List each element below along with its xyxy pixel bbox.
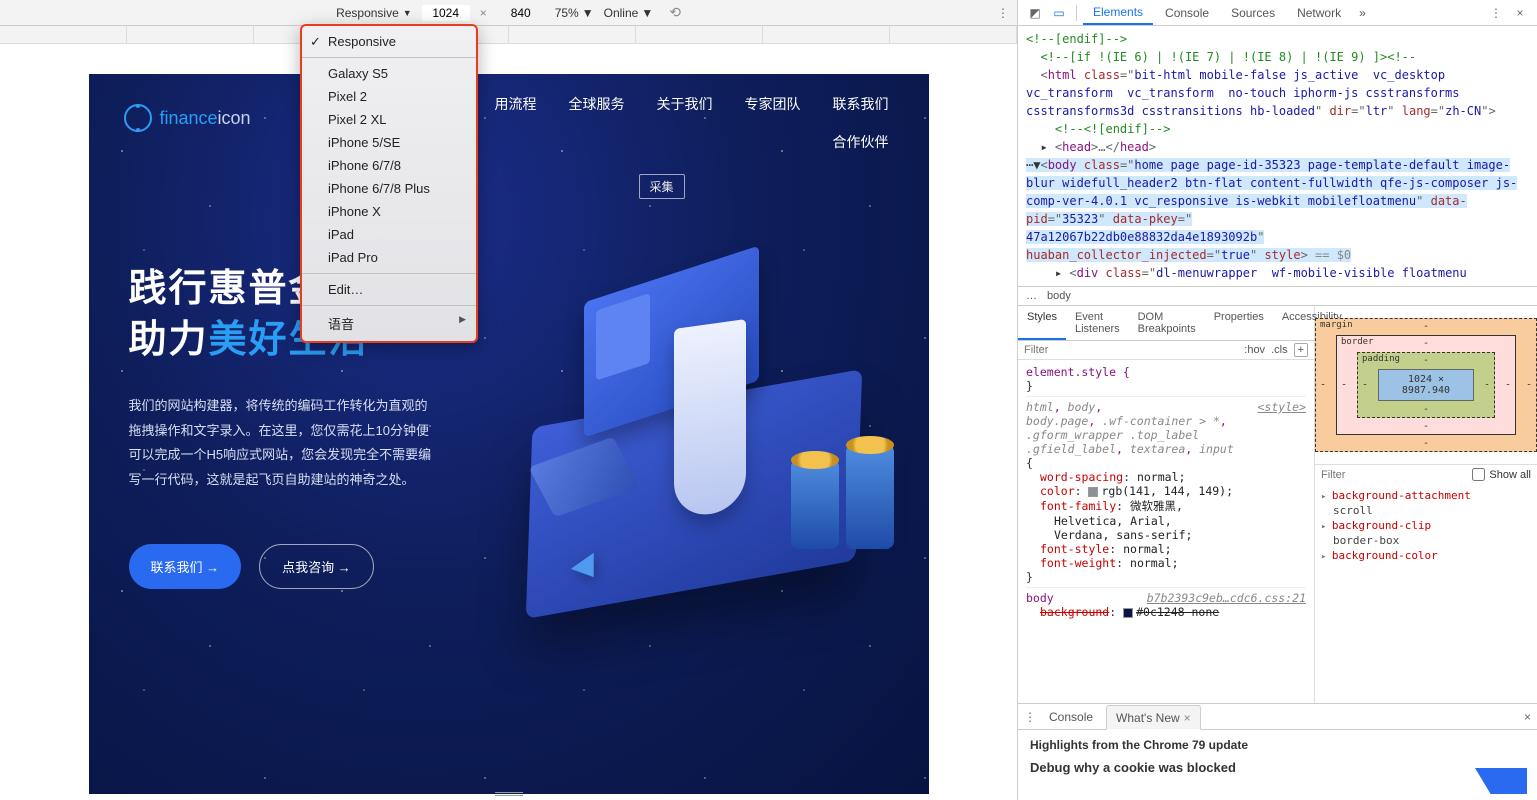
drawer-body: Highlights from the Chrome 79 update Deb… [1018,730,1537,800]
device-toolbar: Responsive ▼ × 75% ▼ Online ▼ ⟲ ⋮ [0,0,1017,26]
hov-toggle[interactable]: :hov [1244,344,1265,356]
devtools-pane: ◩ ▭ Elements Console Sources Network » ⋮… [1017,0,1537,800]
device-option[interactable]: iPhone 6/7/8 [302,154,476,177]
logo-text-1: finance [160,108,218,128]
cta-row: 联系我们 → 点我咨询 → [129,544,374,589]
new-rule-button[interactable]: + [1294,343,1308,357]
show-all-label: Show all [1489,469,1531,481]
cls-toggle[interactable]: .cls [1271,344,1288,356]
nav-link[interactable]: 全球服务 [569,94,625,114]
dimension-separator: × [480,6,487,20]
drawer-tabbar: ⋮ Console What's New× × [1018,704,1537,730]
hero-illustration [484,249,914,629]
styles-tabbar: Styles Event Listeners DOM Breakpoints P… [1018,306,1314,341]
device-option-voice[interactable]: 语音 [302,310,476,337]
more-icon[interactable]: ⋮ [997,6,1009,20]
resize-handle[interactable] [495,792,523,798]
tab-sources[interactable]: Sources [1221,0,1285,25]
tab-properties[interactable]: Properties [1205,306,1273,340]
show-all-checkbox[interactable] [1472,468,1485,481]
drawer-tab-whatsnew[interactable]: What's New× [1106,705,1201,730]
collect-button[interactable]: 采集 [639,174,685,199]
close-icon[interactable]: × [1184,711,1191,725]
tab-event-listeners[interactable]: Event Listeners [1066,306,1129,340]
nav-link[interactable]: 联系我们 [833,94,889,114]
hero-body: 我们的网站构建器，将传统的编码工作转化为直观的拖拽操作和文字录入。在这里，您仅需… [129,394,439,493]
device-option[interactable]: iPad Pro [302,246,476,269]
box-model[interactable]: margin - - - - border - - - - padding - … [1315,318,1537,452]
device-option-responsive[interactable]: Responsive [302,30,476,53]
device-mode-select[interactable]: Responsive ▼ [336,6,412,20]
more-icon[interactable]: ⋮ [1485,6,1507,20]
drawer-tab-console[interactable]: Console [1040,704,1102,729]
close-icon[interactable]: × [1509,6,1531,20]
styles-column: Styles Event Listeners DOM Breakpoints P… [1018,306,1315,703]
logo-text-2: icon [218,108,251,128]
logo-icon [124,104,152,132]
contact-button[interactable]: 联系我们 → [129,544,242,589]
tab-console[interactable]: Console [1155,0,1219,25]
tab-elements[interactable]: Elements [1083,0,1153,25]
feedback-flag-icon[interactable] [1475,768,1527,794]
box-content: 1024 × 8987.940 [1378,369,1474,401]
computed-filter-row: Show all [1315,464,1537,484]
devtools-tabbar: ◩ ▭ Elements Console Sources Network » ⋮… [1018,0,1537,26]
device-mode-label: Responsive [336,6,399,20]
nav-link[interactable]: 合作伙伴 [833,132,889,152]
styles-filter-input[interactable] [1024,344,1238,356]
network-select[interactable]: Online ▼ [604,6,654,20]
dropdown-icon: ▼ [582,6,594,20]
computed-filter-input[interactable] [1321,469,1468,481]
height-input[interactable] [497,5,545,21]
inspect-icon[interactable]: ◩ [1024,6,1046,20]
nav-link[interactable]: 用流程 [495,94,537,114]
device-dropdown-menu: Responsive Galaxy S5 Pixel 2 Pixel 2 XL … [300,24,478,343]
styles-filter-row: :hov .cls + [1018,341,1314,360]
computed-list[interactable]: background-attachment scroll background-… [1315,484,1537,567]
emulated-viewport: financeicon 用流程 全球服务 关于我们 专家团队 联系我们 合作伙伴… [0,44,1017,800]
rotate-icon[interactable]: ⟲ [669,4,681,21]
site-logo[interactable]: financeicon [124,104,251,132]
nav-link[interactable]: 专家团队 [745,94,801,114]
dropdown-icon: ▼ [403,8,412,18]
breadcrumb-item[interactable]: … [1026,290,1037,302]
device-option[interactable]: iPad [302,223,476,246]
zoom-value: 75% [555,6,579,20]
tabs-overflow-icon[interactable]: » [1353,6,1372,20]
tab-dom-breakpoints[interactable]: DOM Breakpoints [1129,306,1205,340]
responsive-rulers[interactable] [0,26,1017,44]
styles-row: Styles Event Listeners DOM Breakpoints P… [1018,305,1537,703]
drawer-menu-icon[interactable]: ⋮ [1024,710,1036,724]
device-option[interactable]: iPhone 6/7/8 Plus [302,177,476,200]
width-input[interactable] [422,5,470,21]
dropdown-icon: ▼ [641,6,653,20]
device-option[interactable]: iPhone 5/SE [302,131,476,154]
tab-styles[interactable]: Styles [1018,306,1066,340]
elements-tree[interactable]: <!--[endif]--> <!--[if !(IE 6) | !(IE 7)… [1018,26,1537,286]
device-option[interactable]: Pixel 2 [302,85,476,108]
computed-column: margin - - - - border - - - - padding - … [1315,306,1537,703]
website-preview: financeicon 用流程 全球服务 关于我们 专家团队 联系我们 合作伙伴… [89,74,929,794]
device-mode-icon[interactable]: ▭ [1048,6,1070,20]
dom-breadcrumb[interactable]: … body [1018,286,1537,305]
whatsnew-highlights: Highlights from the Chrome 79 update [1030,738,1525,752]
tab-network[interactable]: Network [1287,0,1351,25]
selected-body-node[interactable]: ⋯▼<body class="home page page-id-35323 p… [1026,158,1517,262]
device-option[interactable]: iPhone X [302,200,476,223]
close-icon[interactable]: × [1524,710,1531,724]
top-nav: 用流程 全球服务 关于我们 专家团队 联系我们 合作伙伴 [495,94,889,152]
zoom-select[interactable]: 75% ▼ [555,6,594,20]
breadcrumb-item[interactable]: body [1047,290,1071,302]
drawer: ⋮ Console What's New× × Highlights from … [1018,703,1537,800]
device-option[interactable]: Galaxy S5 [302,62,476,85]
consult-button[interactable]: 点我咨询 → [259,544,374,589]
css-rules[interactable]: element.style { } html, body,<style> bod… [1018,360,1314,703]
device-option-edit[interactable]: Edit… [302,278,476,301]
network-value: Online [604,6,639,20]
headline-line2a: 助力 [129,319,209,361]
nav-link[interactable]: 关于我们 [657,94,713,114]
device-option[interactable]: Pixel 2 XL [302,108,476,131]
viewport-pane: Responsive ▼ × 75% ▼ Online ▼ ⟲ ⋮ financ… [0,0,1017,800]
whatsnew-heading: Debug why a cookie was blocked [1030,760,1525,775]
